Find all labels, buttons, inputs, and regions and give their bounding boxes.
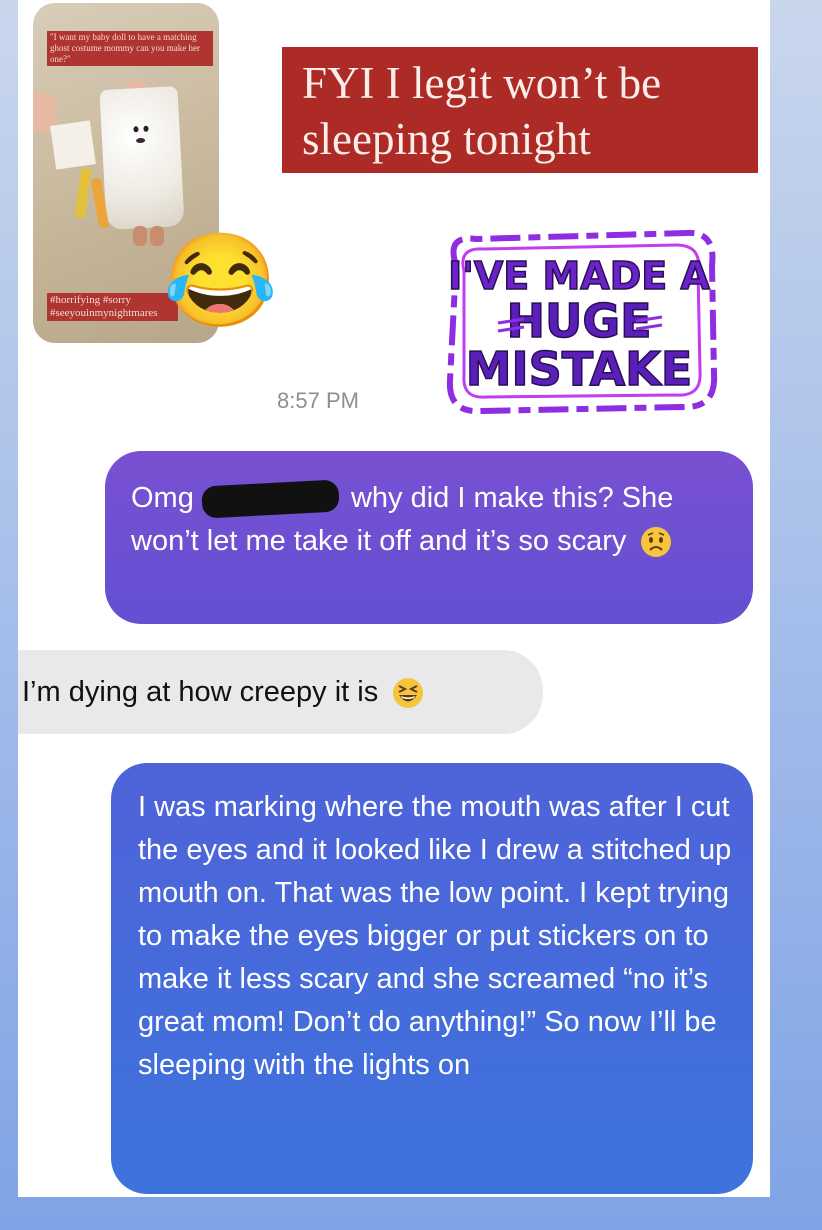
sent-message-bubble[interactable]: I was marking where the mouth was after … — [111, 763, 753, 1194]
marker — [74, 167, 92, 219]
chat-panel: "I want my baby doll to have a matching … — [18, 0, 770, 1197]
sent-message-bubble[interactable]: Omg why did I make this? She won’t let m… — [105, 451, 753, 624]
background-strip — [0, 1197, 822, 1230]
story-caption: "I want my baby doll to have a matching … — [47, 31, 213, 66]
received-message-bubble[interactable]: I’m dying at how creepy it is — [18, 650, 543, 734]
ghost-costume-doll — [99, 86, 185, 230]
story-text-banner: FYI I legit won’t be sleeping tonight — [282, 47, 758, 173]
grinning-squinting-face-icon — [393, 678, 424, 709]
redacted-name — [201, 479, 340, 519]
sticker-line-1: I'VE MADE A — [448, 254, 710, 298]
worried-face-icon — [641, 527, 672, 558]
message-text-start: Omg — [131, 482, 194, 514]
paper-note — [50, 120, 96, 170]
tears-of-joy-emoji-icon: 😂 — [163, 230, 278, 332]
message-text: I’m dying at how creepy it is — [22, 676, 379, 708]
message-text: I was marking where the mouth was after … — [138, 791, 732, 1081]
sticker-line-2: HUGE — [506, 294, 651, 348]
story-hashtags: #horrifying #sorry #seeyouinmynightmares — [47, 293, 178, 321]
message-timestamp: 8:57 PM — [277, 388, 359, 413]
doll-feet — [133, 226, 167, 248]
